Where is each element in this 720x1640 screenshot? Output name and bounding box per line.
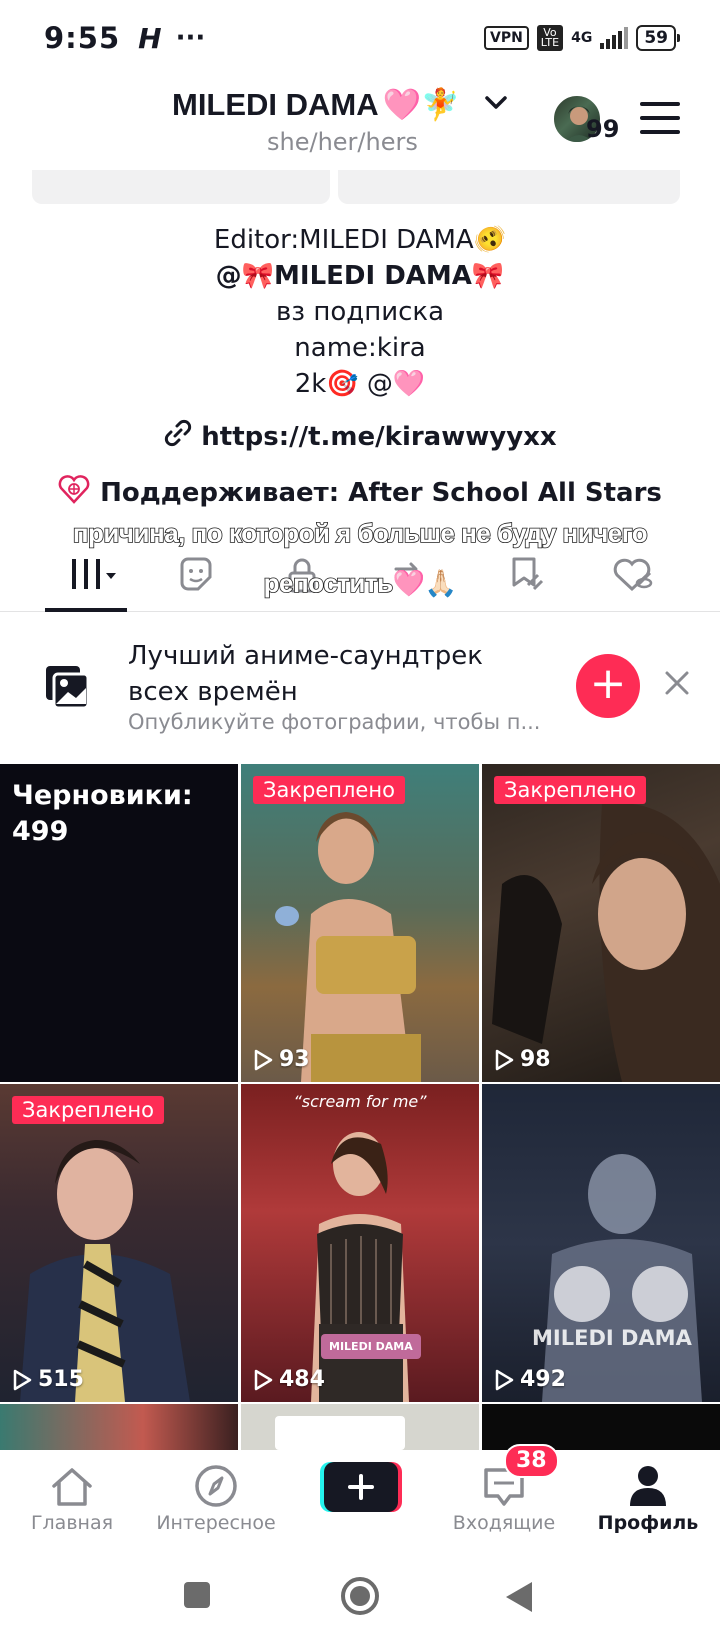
signal-icon bbox=[600, 27, 629, 49]
create-button[interactable] bbox=[320, 1462, 402, 1514]
pinned-badge: Закреплено bbox=[494, 776, 646, 804]
username-emojis: 🩷🧚 bbox=[382, 87, 460, 123]
play-icon bbox=[495, 1049, 514, 1070]
battery-icon: 59 bbox=[636, 25, 680, 51]
recents-icon[interactable] bbox=[182, 1580, 212, 1614]
pinned-badge: Закреплено bbox=[253, 776, 405, 804]
status-time: 9:55 bbox=[44, 21, 121, 55]
bio-line: name:kira bbox=[294, 333, 426, 363]
bio-line: @🎀MILEDI DAMA🎀 bbox=[215, 261, 505, 291]
view-count: 492 bbox=[494, 1367, 566, 1392]
avatar-count: 99 bbox=[586, 115, 620, 143]
overlay-caption-line2: репостить🩷🙏🏻 bbox=[263, 567, 458, 599]
view-count: 98 bbox=[494, 1047, 551, 1072]
play-icon bbox=[254, 1369, 273, 1390]
drafts-title: Черновики: bbox=[12, 780, 193, 811]
video-tile[interactable]: Закреплено 93 bbox=[241, 764, 479, 1082]
video-tile[interactable]: Закреплено 515 bbox=[0, 1084, 238, 1402]
play-icon bbox=[13, 1369, 32, 1390]
drafts-tile[interactable]: Черновики: 499 bbox=[0, 764, 238, 1082]
view-count: 484 bbox=[253, 1367, 325, 1392]
profile-icon bbox=[578, 1450, 718, 1508]
video-tile[interactable] bbox=[241, 1404, 479, 1450]
photos-icon bbox=[44, 664, 90, 710]
bio-line: вз подписка bbox=[275, 297, 445, 327]
nav-profile[interactable]: Профиль bbox=[578, 1450, 718, 1534]
pronouns: she/her/hers bbox=[267, 128, 418, 156]
username: MILEDI DAMA bbox=[172, 86, 379, 122]
home-system-icon[interactable] bbox=[340, 1576, 380, 1620]
inbox-badge: 38 bbox=[504, 1444, 559, 1478]
support-row[interactable]: Поддерживает: After School All Stars bbox=[0, 474, 720, 511]
profile-header: MILEDI DAMA 🩷🧚 she/her/hers 99 bbox=[0, 78, 720, 170]
nav-home[interactable]: Главная bbox=[2, 1450, 142, 1534]
close-icon[interactable] bbox=[664, 664, 690, 705]
nav-discover[interactable]: Интересное bbox=[146, 1450, 286, 1534]
share-profile-button[interactable] bbox=[338, 170, 680, 204]
video-tile[interactable]: “scream for me” MILEDI DAMA 484 bbox=[241, 1084, 479, 1402]
menu-icon[interactable] bbox=[640, 102, 680, 134]
play-icon bbox=[254, 1049, 273, 1070]
promo-banner[interactable]: Лучший аниме-саундтрек всех времён Опубл… bbox=[0, 614, 720, 764]
status-indicators: VPN Vo LTE 4G 59 bbox=[483, 25, 680, 51]
view-count: 93 bbox=[253, 1047, 310, 1072]
comment-preview bbox=[275, 1416, 405, 1450]
promo-title: Лучший аниме-саундтрек всех времён bbox=[128, 641, 483, 707]
charity-heart-icon bbox=[58, 474, 90, 511]
tile-caption: “scream for me” bbox=[293, 1092, 427, 1111]
bio-line: Editor:MILEDI DAMA🫨 bbox=[213, 225, 507, 255]
bio-line: 2k🎯 @🩷 bbox=[294, 369, 426, 399]
network-type: 4G bbox=[571, 30, 593, 46]
app-notification-icon: H bbox=[138, 21, 162, 55]
view-count-value: 492 bbox=[520, 1367, 566, 1392]
video-tile[interactable]: Закреплено 98 bbox=[482, 764, 720, 1082]
overlay-caption-line1: причина, по которой я больше не буду нич… bbox=[72, 517, 648, 549]
play-icon bbox=[495, 1369, 514, 1390]
bio: Editor:MILEDI DAMA🫨 @🎀MILEDI DAMA🎀 вз по… bbox=[0, 222, 720, 402]
system-nav-bar bbox=[0, 1560, 720, 1640]
view-count-value: 515 bbox=[38, 1367, 84, 1392]
video-tile[interactable] bbox=[0, 1404, 238, 1450]
edit-profile-button[interactable] bbox=[32, 170, 330, 204]
link-icon bbox=[163, 418, 193, 455]
drafts-label: Черновики: 499 bbox=[12, 778, 193, 850]
support-text: Поддерживает: After School All Stars bbox=[100, 477, 662, 508]
watermark-large: MILEDI DAMA bbox=[532, 1326, 692, 1350]
drafts-count: 499 bbox=[12, 816, 69, 847]
chevron-down-icon[interactable] bbox=[484, 92, 508, 117]
nav-label: Главная bbox=[30, 1512, 114, 1534]
view-count-value: 484 bbox=[279, 1367, 325, 1392]
promo-subtitle: Опубликуйте фотографии, чтобы п... bbox=[128, 710, 541, 734]
vpn-icon: VPN bbox=[483, 26, 529, 50]
account-switcher[interactable]: MILEDI DAMA 🩷🧚 bbox=[172, 86, 460, 124]
video-tile[interactable]: MILEDI DAMA 492 bbox=[482, 1084, 720, 1402]
compass-icon bbox=[146, 1450, 286, 1508]
profile-link[interactable]: https://t.me/kirawwyyxx bbox=[0, 418, 720, 455]
view-count: 515 bbox=[12, 1367, 84, 1392]
nav-label: Интересное bbox=[156, 1512, 276, 1534]
watermark-small: MILEDI DAMA bbox=[321, 1334, 421, 1359]
view-count-value: 98 bbox=[520, 1047, 551, 1072]
link-text: https://t.me/kirawwyyxx bbox=[201, 421, 557, 452]
active-tab-indicator bbox=[45, 608, 127, 612]
add-button[interactable]: + bbox=[576, 654, 640, 718]
home-icon bbox=[2, 1450, 142, 1508]
pinned-badge: Закреплено bbox=[12, 1096, 164, 1124]
nav-label: Входящие bbox=[452, 1512, 556, 1534]
back-icon[interactable] bbox=[504, 1580, 534, 1618]
nav-label: Профиль bbox=[597, 1512, 699, 1534]
bottom-nav: Главная Интересное Входящие 38 Профиль bbox=[0, 1444, 720, 1550]
volte-icon: Vo LTE bbox=[536, 25, 564, 51]
more-notifications-icon: ··· bbox=[175, 23, 206, 53]
status-bar: 9:55 H ··· VPN Vo LTE 4G 59 bbox=[0, 0, 720, 76]
view-count-value: 93 bbox=[279, 1047, 310, 1072]
